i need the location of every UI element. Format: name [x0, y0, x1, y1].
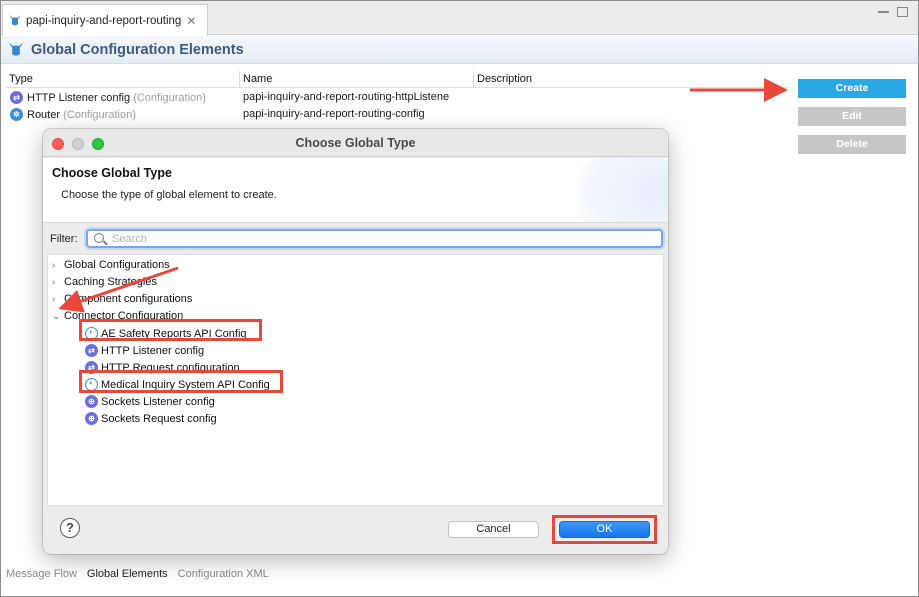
close-icon[interactable]: ✕: [186, 14, 196, 28]
maximize-icon[interactable]: [897, 7, 908, 17]
tree-item[interactable]: ⇄ HTTP Listener config: [85, 344, 204, 357]
editor-tab-title: papi-inquiry-and-report-routing: [26, 14, 182, 27]
cancel-button[interactable]: Cancel: [448, 521, 539, 538]
mule-icon: [8, 41, 24, 56]
table-header: Type Name Description: [6, 71, 788, 88]
type-suffix: (Configuration): [133, 91, 206, 104]
mule-icon: [9, 14, 21, 25]
minimize-icon[interactable]: [878, 7, 889, 13]
type-label: HTTP Listener config: [27, 91, 131, 104]
chevron-down-icon[interactable]: ⌄: [52, 311, 64, 322]
choose-global-type-dialog: Choose Global Type Choose Global Type Ch…: [43, 129, 668, 554]
delete-button[interactable]: Delete: [798, 135, 906, 154]
type-cell: ⇄ HTTP Listener config (Configuration): [10, 91, 206, 104]
filter-label: Filter:: [50, 233, 78, 245]
tree-item-label: Sockets Request config: [101, 412, 217, 425]
create-button[interactable]: Create: [798, 79, 906, 98]
type-suffix: (Configuration): [63, 108, 136, 121]
tree-category[interactable]: › Caching Strategies: [52, 276, 157, 288]
table-row[interactable]: ⇄ HTTP Listener config (Configuration) p…: [6, 89, 788, 106]
column-header-description[interactable]: Description: [477, 73, 532, 85]
tab-global-elements[interactable]: Global Elements: [87, 568, 168, 580]
highlight-box: [552, 515, 657, 544]
help-icon[interactable]: ?: [60, 518, 80, 538]
tree-category[interactable]: › Component configurations: [52, 293, 192, 305]
dialog-heading: Choose Global Type: [52, 166, 172, 180]
dialog-description: Choose the type of global element to cre…: [61, 189, 277, 201]
dialog-titlebar: Choose Global Type: [43, 129, 668, 157]
column-divider[interactable]: [239, 71, 240, 88]
tab-configuration-xml[interactable]: Configuration XML: [178, 568, 269, 580]
tree-category-label: Component configurations: [64, 293, 193, 305]
tree-category[interactable]: › Global Configurations: [52, 259, 170, 271]
tree-item-label: Sockets Listener config: [101, 395, 215, 408]
editor-tab[interactable]: papi-inquiry-and-report-routing ✕: [2, 4, 208, 36]
search-input[interactable]: [112, 232, 652, 246]
filter-field[interactable]: [86, 229, 663, 248]
tree-item[interactable]: ⊕ Sockets Request config: [85, 412, 217, 425]
dialog-banner: Choose Global Type Choose the type of gl…: [43, 158, 668, 223]
search-icon: [94, 233, 104, 243]
highlight-box: [79, 370, 283, 393]
dialog-title: Choose Global Type: [295, 136, 416, 150]
edit-button[interactable]: Edit: [798, 107, 906, 126]
column-header-name[interactable]: Name: [243, 73, 272, 85]
bottom-tab-bar: Message Flow Global Elements Configurati…: [6, 568, 269, 580]
highlight-box: [79, 319, 262, 341]
router-icon: ✲: [10, 108, 23, 121]
type-label: Router: [27, 108, 61, 121]
window-controls: [878, 7, 908, 17]
sockets-icon: ⊕: [85, 395, 98, 408]
tree-item[interactable]: ⊕ Sockets Listener config: [85, 395, 215, 408]
sockets-icon: ⊕: [85, 412, 98, 425]
table-row[interactable]: ✲ Router (Configuration) papi-inquiry-an…: [6, 106, 788, 123]
editor-tab-bar: papi-inquiry-and-report-routing ✕: [1, 1, 918, 36]
name-cell: papi-inquiry-and-report-routing-config: [243, 108, 425, 120]
column-divider[interactable]: [473, 71, 474, 88]
page-header: Global Configuration Elements: [1, 36, 918, 64]
chevron-right-icon[interactable]: ›: [52, 277, 64, 288]
type-cell: ✲ Router (Configuration): [10, 108, 136, 121]
column-header-type[interactable]: Type: [9, 73, 33, 85]
tab-message-flow[interactable]: Message Flow: [6, 568, 77, 580]
page-title: Global Configuration Elements: [31, 41, 244, 58]
tree-category-label: Global Configurations: [64, 259, 170, 271]
banner-graphic: [568, 158, 668, 222]
chevron-right-icon[interactable]: ›: [52, 294, 64, 305]
chevron-right-icon[interactable]: ›: [52, 260, 64, 271]
http-icon: ⇄: [85, 344, 98, 357]
tree-item-label: HTTP Listener config: [101, 344, 205, 357]
http-icon: ⇄: [10, 91, 23, 104]
name-cell: papi-inquiry-and-report-routing-httpList…: [243, 91, 450, 103]
tree-category-label: Caching Strategies: [64, 276, 157, 288]
